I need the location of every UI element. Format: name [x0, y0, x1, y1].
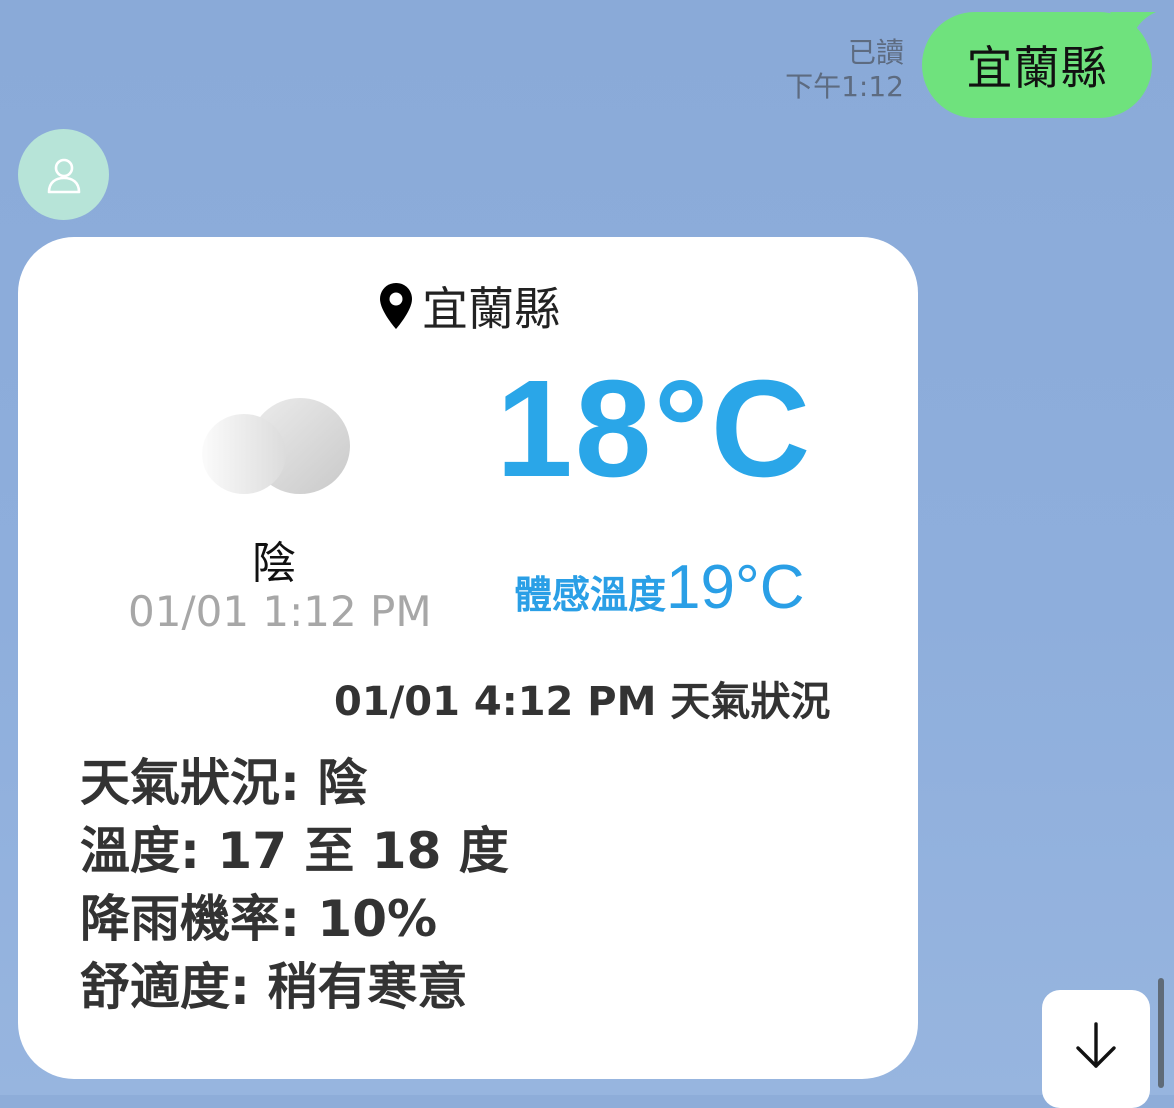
- message-time: 下午1:12: [785, 70, 904, 103]
- forecast-rain-chance: 降雨機率: 10%: [80, 890, 438, 948]
- user-icon: [47, 158, 80, 193]
- current-condition: 陰: [252, 538, 296, 589]
- forecast-details: 天氣狀況: 陰 溫度: 17 至 18 度 降雨機率: 10% 舒適度: 稍有寒…: [80, 749, 509, 1021]
- weather-card[interactable]: 宜蘭縣 陰 01/01 1:12 PM 18°C 體感溫度 19°C 01/01…: [18, 237, 918, 1079]
- current-temperature: 18°C: [496, 352, 813, 506]
- arrow-down-icon: [1076, 1022, 1116, 1068]
- forecast-comfort: 舒適度: 稍有寒意: [80, 958, 468, 1016]
- forecast-condition: 天氣狀況: 陰: [80, 754, 368, 812]
- scroll-to-bottom-button[interactable]: [1042, 990, 1150, 1108]
- location-name: 宜蘭縣: [422, 282, 560, 336]
- message-meta: 已讀 下午1:12: [785, 36, 904, 104]
- outgoing-message-text: 宜蘭縣: [966, 41, 1108, 95]
- forecast-title: 01/01 4:12 PM 天氣狀況: [334, 679, 831, 725]
- map-pin-icon: [380, 283, 412, 329]
- feels-like-value: 19°C: [666, 553, 805, 622]
- observation-time: 01/01 1:12 PM: [128, 587, 432, 636]
- forecast-temperature: 溫度: 17 至 18 度: [80, 822, 509, 880]
- feels-like-label: 體感溫度: [514, 573, 667, 617]
- cloud-icon: [202, 398, 350, 494]
- read-receipt: 已讀: [847, 36, 904, 69]
- scrollbar[interactable]: [1158, 978, 1164, 1088]
- feels-like: 體感溫度 19°C: [514, 552, 805, 623]
- avatar[interactable]: [18, 129, 109, 220]
- location-header: 宜蘭縣: [378, 273, 560, 339]
- outgoing-message-bubble[interactable]: 宜蘭縣: [922, 12, 1152, 118]
